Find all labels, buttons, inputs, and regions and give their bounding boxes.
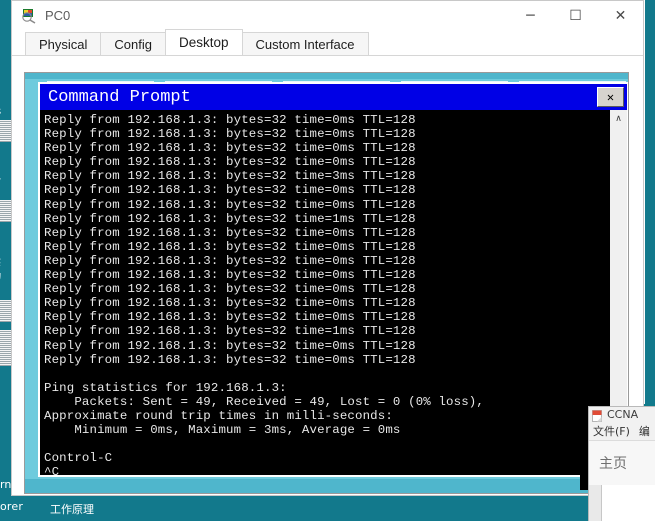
console-line: Reply from 192.168.1.3: bytes=32 time=1m… bbox=[44, 324, 416, 339]
console-line: Reply from 192.168.1.3: bytes=32 time=0m… bbox=[44, 352, 416, 367]
console-line: Reply from 192.168.1.3: bytes=32 time=3m… bbox=[44, 169, 416, 184]
taskbar-window-item[interactable]: 工作原理 bbox=[50, 501, 94, 517]
tab-custom-interface[interactable]: Custom Interface bbox=[241, 32, 369, 55]
pdf-reader-ribbon: 主页 bbox=[589, 441, 655, 486]
command-prompt-window: Command Prompt ✕ Reply from 192.168.1.3:… bbox=[38, 82, 628, 477]
close-icon[interactable]: ✕ bbox=[598, 1, 643, 30]
command-prompt-title: Command Prompt bbox=[48, 87, 191, 107]
console-line: Minimum = 0ms, Maximum = 3ms, Average = … bbox=[44, 423, 401, 438]
pc-desktop-bottom-band bbox=[25, 479, 628, 493]
pdf-file-icon bbox=[592, 409, 603, 422]
console-line: Reply from 192.168.1.3: bytes=32 time=1m… bbox=[44, 211, 416, 226]
console-line: Reply from 192.168.1.3: bytes=32 time=0m… bbox=[44, 141, 416, 156]
tab-desktop[interactable]: Desktop bbox=[165, 29, 243, 55]
popup-left-shadow bbox=[580, 406, 588, 490]
console-line: Reply from 192.168.1.3: bytes=32 time=0m… bbox=[44, 253, 416, 268]
console-line: Reply from 192.168.1.3: bytes=32 time=0m… bbox=[44, 127, 416, 142]
tab-physical[interactable]: Physical bbox=[25, 32, 102, 55]
console-line: Reply from 192.168.1.3: bytes=32 time=0m… bbox=[44, 225, 416, 240]
ribbon-tab-home[interactable]: 主页 bbox=[599, 453, 627, 473]
pdf-reader-content bbox=[589, 485, 655, 521]
command-prompt-close-button[interactable]: ✕ bbox=[597, 87, 624, 107]
command-prompt-titlebar: Command Prompt ✕ bbox=[40, 84, 627, 110]
pc0-tab-content: Command Prompt ✕ Reply from 192.168.1.3:… bbox=[12, 56, 643, 495]
command-prompt-close-glyph: ✕ bbox=[606, 90, 615, 104]
pc0-tab-strip: Physical Config Desktop Custom Interface bbox=[12, 29, 643, 56]
pc-device-icon bbox=[21, 7, 38, 24]
pdf-reader-titlebar: CCNA bbox=[589, 407, 655, 422]
console-line: Reply from 192.168.1.3: bytes=32 time=0m… bbox=[44, 296, 416, 311]
console-line: Reply from 192.168.1.3: bytes=32 time=0m… bbox=[44, 183, 416, 198]
simulated-pc-desktop: Command Prompt ✕ Reply from 192.168.1.3:… bbox=[24, 72, 629, 494]
taskbar-left-text: rn bbox=[0, 478, 12, 491]
console-line: Approximate round trip times in milli-se… bbox=[44, 408, 393, 423]
minimize-icon[interactable]: ─ bbox=[508, 1, 553, 30]
console-line: Reply from 192.168.1.3: bytes=32 time=0m… bbox=[44, 155, 416, 170]
host-desktop-right-strip bbox=[645, 0, 655, 404]
console-line: ^C bbox=[44, 465, 60, 475]
console-line: Reply from 192.168.1.3: bytes=32 time=0m… bbox=[44, 197, 416, 212]
pc-desktop-top-band bbox=[25, 73, 628, 79]
console-line: Reply from 192.168.1.3: bytes=32 time=0m… bbox=[44, 268, 416, 283]
console-line: Reply from 192.168.1.3: bytes=32 time=0m… bbox=[44, 282, 416, 297]
menu-item-file[interactable]: 文件(F) bbox=[593, 423, 630, 439]
pdf-reader-app-name: CCNA bbox=[607, 408, 639, 421]
close-glyph: ✕ bbox=[614, 7, 627, 24]
host-taskbar bbox=[0, 495, 655, 521]
pdf-reader-menubar: 文件(F) 编 bbox=[589, 422, 655, 441]
maximize-icon[interactable]: ☐ bbox=[553, 1, 598, 30]
pdf-page-view[interactable] bbox=[601, 485, 655, 521]
console-line: Reply from 192.168.1.3: bytes=32 time=0m… bbox=[44, 310, 416, 325]
command-prompt-client-area: Reply from 192.168.1.3: bytes=32 time=0m… bbox=[40, 110, 627, 475]
pc0-titlebar: PC0 ─ ☐ ✕ bbox=[12, 1, 643, 30]
console-line: Packets: Sent = 49, Received = 49, Lost … bbox=[44, 394, 484, 409]
console-line: Control-C bbox=[44, 451, 113, 466]
pc0-window: PC0 ─ ☐ ✕ Physical Config Desktop Custom… bbox=[11, 0, 644, 496]
tab-config[interactable]: Config bbox=[100, 32, 166, 55]
minimize-glyph: ─ bbox=[526, 7, 535, 24]
maximize-glyph: ☐ bbox=[569, 7, 582, 24]
console-output[interactable]: Reply from 192.168.1.3: bytes=32 time=0m… bbox=[40, 110, 609, 475]
console-line: Reply from 192.168.1.3: bytes=32 time=0m… bbox=[44, 113, 416, 127]
pdf-reader-window: CCNA 文件(F) 编 主页 bbox=[588, 406, 655, 521]
menu-item-edit[interactable]: 编 bbox=[639, 423, 650, 439]
console-line: Ping statistics for 192.168.1.3: bbox=[44, 380, 287, 395]
pc0-window-title: PC0 bbox=[45, 8, 71, 23]
console-line: Reply from 192.168.1.3: bytes=32 time=0m… bbox=[44, 239, 416, 254]
taskbar-explorer-item[interactable]: orer bbox=[0, 500, 23, 513]
console-line: Reply from 192.168.1.3: bytes=32 time=0m… bbox=[44, 338, 416, 353]
scroll-up-arrow-icon[interactable]: ∧ bbox=[610, 110, 627, 127]
